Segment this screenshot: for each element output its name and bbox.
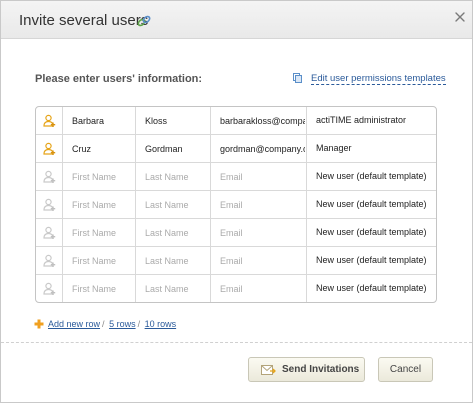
- user-icon-cell: [36, 247, 63, 275]
- user-row: New user (default template): [36, 191, 436, 219]
- invite-users-dialog: Invite several users Please enter users'…: [0, 0, 473, 403]
- add-user-icon: [43, 114, 56, 127]
- user-icon-cell: [36, 219, 63, 247]
- user-icon-cell: [36, 191, 63, 219]
- user-row: New user (default template): [36, 275, 436, 302]
- email-cell: [211, 219, 307, 247]
- email-input[interactable]: [220, 170, 305, 184]
- role-cell[interactable]: Manager: [307, 135, 436, 163]
- ten-rows-link[interactable]: 10 rows: [145, 319, 177, 329]
- email-cell: [211, 247, 307, 275]
- add-user-icon: [43, 142, 56, 155]
- dialog-header: Invite several users: [1, 1, 472, 39]
- email-input[interactable]: [220, 114, 305, 128]
- add-new-row-link[interactable]: Add new row: [48, 319, 100, 329]
- role-cell[interactable]: New user (default template): [307, 191, 436, 219]
- last-name-input[interactable]: [145, 170, 209, 184]
- email-input[interactable]: [220, 226, 305, 240]
- add-user-icon: [43, 254, 56, 267]
- row-count-links: Add new row/ 5 rows/ 10 rows: [48, 319, 176, 329]
- role-selector[interactable]: New user (default template): [316, 171, 427, 181]
- last-name-cell: [136, 107, 211, 135]
- last-name-input[interactable]: [145, 114, 209, 128]
- first-name-input[interactable]: [72, 170, 134, 184]
- user-row: New user (default template): [36, 247, 436, 275]
- last-name-input[interactable]: [145, 198, 209, 212]
- last-name-cell: [136, 247, 211, 275]
- add-user-icon: [43, 226, 56, 239]
- user-row: Manager: [36, 135, 436, 163]
- role-cell[interactable]: New user (default template): [307, 163, 436, 191]
- email-cell: [211, 163, 307, 191]
- first-name-input[interactable]: [72, 198, 134, 212]
- user-row: actiTIME administrator: [36, 107, 436, 135]
- first-name-input[interactable]: [72, 282, 134, 296]
- role-selector[interactable]: New user (default template): [316, 283, 427, 293]
- email-input[interactable]: [220, 198, 305, 212]
- user-icon-cell: [36, 275, 63, 302]
- last-name-cell: [136, 219, 211, 247]
- envelope-icon: [261, 365, 276, 375]
- role-selector[interactable]: New user (default template): [316, 227, 427, 237]
- email-input[interactable]: [220, 254, 305, 268]
- edit-permissions-templates-link[interactable]: Edit user permissions templates: [311, 73, 446, 85]
- first-name-input[interactable]: [72, 114, 134, 128]
- role-selector[interactable]: actiTIME administrator: [316, 115, 406, 125]
- first-name-cell: [63, 191, 136, 219]
- dialog-title: Invite several users: [19, 12, 149, 29]
- last-name-cell: [136, 275, 211, 302]
- last-name-cell: [136, 135, 211, 163]
- first-name-cell: [63, 275, 136, 302]
- plus-icon[interactable]: [34, 319, 44, 329]
- email-input[interactable]: [220, 282, 305, 296]
- link-separator: /: [102, 319, 105, 329]
- last-name-cell: [136, 191, 211, 219]
- last-name-input[interactable]: [145, 282, 209, 296]
- link-icon: [137, 15, 151, 27]
- first-name-cell: [63, 107, 136, 135]
- email-cell: [211, 107, 307, 135]
- first-name-input[interactable]: [72, 226, 134, 240]
- user-icon-cell: [36, 107, 63, 135]
- first-name-cell: [63, 163, 136, 191]
- user-icon-cell: [36, 135, 63, 163]
- link-separator: /: [137, 319, 141, 329]
- last-name-input[interactable]: [145, 142, 209, 156]
- role-cell[interactable]: New user (default template): [307, 275, 436, 302]
- role-cell[interactable]: actiTIME administrator: [307, 107, 436, 135]
- email-cell: [211, 191, 307, 219]
- last-name-input[interactable]: [145, 226, 209, 240]
- first-name-input[interactable]: [72, 254, 134, 268]
- users-grid: actiTIME administrator Manager: [35, 106, 437, 303]
- user-row: New user (default template): [36, 219, 436, 247]
- email-input[interactable]: [220, 142, 305, 156]
- last-name-cell: [136, 163, 211, 191]
- role-selector[interactable]: New user (default template): [316, 255, 427, 265]
- first-name-cell: [63, 135, 136, 163]
- role-selector[interactable]: New user (default template): [316, 199, 427, 209]
- role-selector[interactable]: Manager: [316, 143, 352, 153]
- email-cell: [211, 135, 307, 163]
- close-icon[interactable]: [453, 10, 467, 24]
- send-invitations-button[interactable]: Send Invitations: [248, 357, 365, 382]
- email-cell: [211, 275, 307, 302]
- add-user-icon: [43, 198, 56, 211]
- user-row: New user (default template): [36, 163, 436, 191]
- cancel-button[interactable]: Cancel: [378, 357, 433, 382]
- send-invitations-label: Send Invitations: [282, 364, 360, 375]
- add-user-icon: [43, 282, 56, 295]
- user-icon-cell: [36, 163, 63, 191]
- five-rows-link[interactable]: 5 rows: [109, 319, 136, 329]
- first-name-input[interactable]: [72, 142, 134, 156]
- add-user-icon: [43, 170, 56, 183]
- role-cell[interactable]: New user (default template): [307, 219, 436, 247]
- role-cell[interactable]: New user (default template): [307, 247, 436, 275]
- first-name-cell: [63, 247, 136, 275]
- divider: [1, 342, 472, 343]
- copy-icon: [293, 73, 302, 83]
- last-name-input[interactable]: [145, 254, 209, 268]
- first-name-cell: [63, 219, 136, 247]
- section-label: Please enter users' information:: [35, 73, 203, 85]
